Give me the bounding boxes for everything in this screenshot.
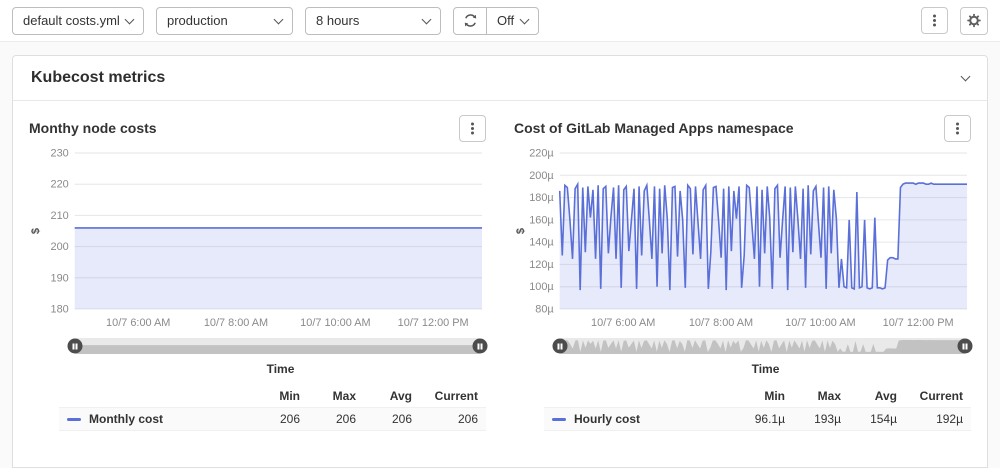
refresh-button-group: Off — [453, 7, 539, 35]
time-brush[interactable] — [75, 338, 480, 354]
svg-text:10/7 10:00 AM: 10/7 10:00 AM — [785, 317, 855, 329]
svg-text:220µ: 220µ — [529, 147, 554, 159]
chart-actions-menu-button[interactable] — [944, 115, 971, 142]
brush-sparkline — [75, 338, 480, 354]
series-marker — [67, 418, 81, 421]
series-current: 206 — [412, 412, 478, 426]
brush-left-handle[interactable] — [68, 339, 83, 354]
chart-monthly-node-costs: Monthy node costs 230 220 210 200 190 180 10/7… — [29, 107, 486, 431]
series-avg: 206 — [356, 412, 412, 426]
environment-select[interactable]: production — [156, 7, 293, 35]
series-marker — [552, 418, 566, 421]
legend-row[interactable]: Monthly cost 206 206 206 206 — [59, 407, 486, 431]
svg-text:10/7 10:00 AM: 10/7 10:00 AM — [300, 317, 370, 329]
time-range-select[interactable]: 8 hours — [305, 7, 441, 35]
environment-select-value: production — [167, 13, 228, 28]
svg-text:230: 230 — [51, 147, 69, 159]
panel-body: Monthy node costs 230 220 210 200 190 180 10/7… — [13, 101, 987, 431]
svg-text:10/7 12:00 PM: 10/7 12:00 PM — [883, 317, 954, 329]
chart-legend: Min Max Avg Current Monthly cost 206 206… — [59, 385, 486, 431]
series-max: 206 — [300, 412, 356, 426]
series-min: 96.1µ — [729, 412, 785, 426]
refresh-icon — [463, 13, 478, 28]
legend-header-row: Min Max Avg Current — [59, 385, 486, 407]
brush-track[interactable] — [75, 338, 480, 354]
svg-text:140µ: 140µ — [529, 237, 554, 249]
kebab-menu-icon — [956, 127, 959, 130]
brush-left-handle[interactable] — [553, 339, 568, 354]
svg-text:$: $ — [30, 228, 42, 234]
brush-right-handle[interactable] — [473, 339, 488, 354]
dashboard-actions-menu-button[interactable] — [921, 7, 948, 34]
svg-text:210: 210 — [51, 210, 69, 222]
legend-header-current: Current — [412, 389, 478, 403]
legend-header-current: Current — [897, 389, 963, 403]
svg-text:80µ: 80µ — [535, 303, 554, 315]
legend-header-max: Max — [300, 389, 356, 403]
x-axis-label: Time — [75, 362, 486, 376]
legend-header-row: Min Max Avg Current — [544, 385, 971, 407]
area-chart-canvas[interactable]: 220µ 200µ 180µ 160µ 140µ 120µ 100µ 80µ 10/7 6:00… — [514, 143, 971, 335]
legend-row[interactable]: Hourly cost 96.1µ 193µ 154µ 192µ — [544, 407, 971, 431]
chevron-down-icon — [125, 14, 135, 24]
collapse-chevron-icon[interactable] — [961, 72, 971, 82]
series-max: 193µ — [785, 412, 841, 426]
legend-header-max: Max — [785, 389, 841, 403]
series-current: 192µ — [897, 412, 963, 426]
gear-icon — [967, 12, 981, 29]
svg-text:160µ: 160µ — [529, 214, 554, 226]
chevron-down-icon — [422, 14, 432, 24]
chevron-down-icon — [520, 14, 530, 24]
dashboard-select-value: default costs.yml — [23, 13, 120, 28]
brush-track[interactable] — [560, 338, 965, 354]
svg-text:100µ: 100µ — [529, 281, 554, 293]
svg-text:10/7 8:00 AM: 10/7 8:00 AM — [689, 317, 753, 329]
svg-text:10/7 6:00 AM: 10/7 6:00 AM — [106, 317, 170, 329]
legend-header-avg: Avg — [356, 389, 412, 403]
refresh-button[interactable] — [453, 7, 487, 35]
series-name: Hourly cost — [574, 412, 640, 426]
chart-gitlab-managed-apps-cost: Cost of GitLab Managed Apps namespace 22… — [514, 107, 971, 431]
time-brush[interactable] — [560, 338, 965, 354]
chart-legend: Min Max Avg Current Hourly cost 96.1µ 19… — [544, 385, 971, 431]
brush-sparkline — [560, 338, 965, 354]
auto-refresh-select[interactable]: Off — [486, 7, 539, 35]
legend-header-min: Min — [244, 389, 300, 403]
chart-title: Monthy node costs — [29, 120, 157, 136]
legend-header-min: Min — [729, 389, 785, 403]
brush-right-handle[interactable] — [958, 339, 973, 354]
chart-actions-menu-button[interactable] — [459, 115, 486, 142]
toolbar: default costs.yml production 8 hours Off — [0, 0, 1000, 42]
svg-text:190: 190 — [51, 272, 69, 284]
svg-text:120µ: 120µ — [529, 259, 554, 271]
panel-header[interactable]: Kubecost metrics — [13, 56, 987, 101]
svg-text:10/7 12:00 PM: 10/7 12:00 PM — [398, 317, 469, 329]
dashboard-select[interactable]: default costs.yml — [12, 7, 144, 35]
chevron-down-icon — [274, 14, 284, 24]
series-avg: 154µ — [841, 412, 897, 426]
series-min: 206 — [244, 412, 300, 426]
panel-title: Kubecost metrics — [31, 69, 165, 87]
svg-text:200µ: 200µ — [529, 170, 554, 182]
kebab-menu-icon — [933, 19, 936, 22]
chart-title: Cost of GitLab Managed Apps namespace — [514, 120, 794, 136]
dashboard-page: Kubecost metrics Monthy node costs 230 22… — [0, 42, 1000, 468]
svg-text:$: $ — [515, 228, 527, 234]
area-chart-canvas[interactable]: 230 220 210 200 190 180 10/7 6:00 AM 10/7 8:00 … — [29, 143, 486, 335]
svg-text:180µ: 180µ — [529, 192, 554, 204]
time-range-select-value: 8 hours — [316, 13, 359, 28]
kubecost-metrics-panel: Kubecost metrics Monthy node costs 230 22… — [12, 55, 988, 468]
kebab-menu-icon — [471, 127, 474, 130]
auto-refresh-value: Off — [497, 13, 514, 28]
svg-text:220: 220 — [51, 179, 69, 191]
series-name: Monthly cost — [89, 412, 163, 426]
x-axis-label: Time — [560, 362, 971, 376]
svg-text:200: 200 — [51, 241, 69, 253]
svg-text:10/7 8:00 AM: 10/7 8:00 AM — [204, 317, 268, 329]
svg-text:180: 180 — [51, 303, 69, 315]
settings-button[interactable] — [960, 7, 988, 35]
legend-header-avg: Avg — [841, 389, 897, 403]
svg-text:10/7 6:00 AM: 10/7 6:00 AM — [591, 317, 655, 329]
